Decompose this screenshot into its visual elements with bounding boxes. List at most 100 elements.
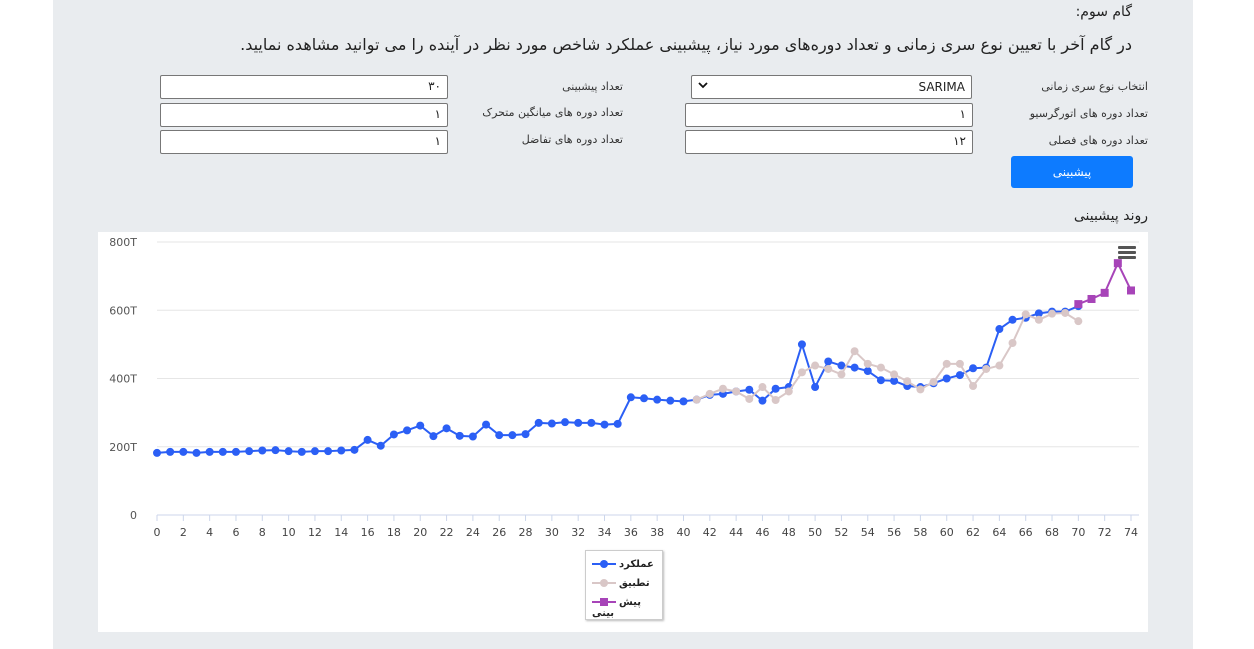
ma-periods-label: تعداد دوره های میانگین متحرک	[482, 106, 623, 119]
data-point	[442, 424, 451, 433]
predict-button[interactable]: پیشبینی	[1011, 156, 1133, 188]
legend-item-actual[interactable]: عملکرد	[592, 559, 654, 570]
legend-label-actual: عملکرد	[619, 559, 654, 570]
data-point	[850, 363, 859, 372]
x-tick-label: 14	[334, 526, 348, 539]
data-point	[797, 368, 806, 377]
data-point	[587, 418, 596, 427]
ar-periods-label: تعداد دوره های اتورگرسیو	[1029, 107, 1148, 120]
data-point	[468, 432, 477, 441]
series-line	[696, 311, 1079, 401]
data-point	[284, 447, 293, 456]
data-point	[784, 387, 793, 396]
series-line	[1077, 262, 1132, 306]
legend-item-fit[interactable]: تطبیق	[592, 578, 650, 589]
x-tick-label: 4	[206, 526, 213, 539]
data-point	[995, 325, 1004, 334]
data-point	[271, 446, 280, 455]
data-point	[692, 395, 701, 404]
x-tick-label: 56	[887, 526, 901, 539]
x-tick-label: 62	[966, 526, 980, 539]
data-point	[955, 359, 964, 368]
x-tick-label: 32	[571, 526, 585, 539]
data-point	[166, 447, 175, 456]
x-tick-label: 36	[624, 526, 638, 539]
data-point	[745, 394, 754, 403]
data-point	[1074, 317, 1083, 326]
data-point	[350, 445, 359, 454]
series-type-value: SARIMA	[918, 80, 966, 94]
legend-item-forecast[interactable]: پیش بینی	[592, 597, 662, 619]
x-tick-label: 46	[755, 526, 769, 539]
diff-periods-input[interactable]: ۱	[160, 130, 448, 154]
chevron-down-icon	[698, 80, 708, 93]
data-point	[824, 357, 833, 366]
data-point	[1008, 339, 1017, 348]
x-tick-label: 18	[387, 526, 401, 539]
x-tick-label: 44	[729, 526, 743, 539]
data-point	[1048, 309, 1057, 318]
data-point	[916, 385, 925, 394]
data-point	[600, 420, 609, 429]
x-tick-label: 34	[598, 526, 612, 539]
data-point	[297, 447, 306, 456]
data-point	[245, 447, 254, 456]
x-tick-label: 22	[440, 526, 454, 539]
x-tick-label: 64	[992, 526, 1006, 539]
data-point	[955, 371, 964, 380]
data-point	[745, 385, 754, 394]
data-point	[811, 383, 820, 392]
x-tick-label: 0	[154, 526, 161, 539]
x-tick-label: 28	[519, 526, 533, 539]
trend-title: روند پیشبینی	[1073, 208, 1148, 224]
data-point	[1034, 315, 1043, 324]
data-point	[890, 370, 899, 379]
ma-periods-input[interactable]: ۱	[160, 103, 448, 127]
x-tick-label: 52	[834, 526, 848, 539]
data-point	[231, 447, 240, 456]
data-point	[1021, 310, 1030, 319]
x-tick-label: 6	[232, 526, 239, 539]
data-point	[310, 447, 319, 456]
hamburger-menu-icon[interactable]	[1118, 246, 1136, 260]
data-point	[495, 431, 504, 440]
x-tick-label: 48	[782, 526, 796, 539]
data-point	[771, 384, 780, 393]
data-point	[363, 435, 372, 444]
x-tick-label: 70	[1071, 526, 1085, 539]
data-point	[758, 396, 767, 405]
data-point	[179, 447, 188, 456]
data-point	[1061, 308, 1070, 317]
data-point	[389, 430, 398, 439]
ar-periods-input[interactable]: ۱	[685, 103, 973, 127]
data-point	[1074, 300, 1083, 309]
x-tick-label: 2	[180, 526, 187, 539]
data-point	[758, 383, 767, 392]
data-point	[153, 448, 161, 457]
data-point	[416, 421, 425, 430]
x-tick-label: 74	[1124, 526, 1138, 539]
data-point	[1087, 294, 1096, 303]
data-point	[192, 448, 201, 457]
data-point	[521, 430, 530, 439]
data-point	[455, 431, 464, 440]
data-point	[640, 394, 648, 403]
data-point	[376, 441, 385, 450]
x-tick-label: 66	[1019, 526, 1033, 539]
data-point	[429, 432, 438, 441]
forecast-count-input[interactable]: ۳۰	[160, 75, 448, 99]
data-point	[850, 347, 859, 356]
data-point	[797, 340, 806, 349]
y-tick-label: 400T	[109, 373, 137, 386]
data-point	[508, 431, 517, 440]
x-tick-label: 40	[676, 526, 690, 539]
forecast-count-label: تعداد پیشبینی	[562, 80, 623, 93]
seasonal-periods-input[interactable]: ۱۲	[685, 130, 973, 154]
data-point	[876, 363, 885, 372]
x-tick-label: 50	[808, 526, 822, 539]
x-tick-label: 16	[361, 526, 375, 539]
data-point	[732, 387, 741, 396]
data-point	[811, 361, 820, 370]
series-type-select[interactable]: SARIMA	[691, 75, 972, 99]
data-point	[705, 389, 714, 398]
